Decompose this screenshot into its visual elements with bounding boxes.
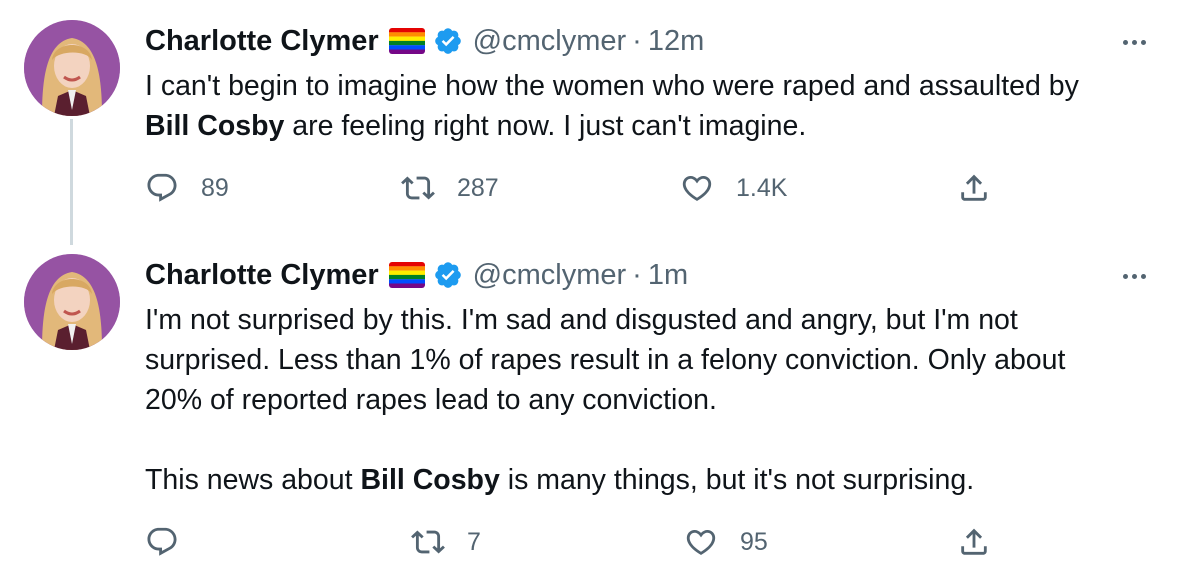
tweet-header: Charlotte Clymer @cmclymer · 12m	[145, 19, 704, 63]
separator-dot: ·	[632, 24, 642, 57]
author-name[interactable]: Charlotte Clymer	[145, 25, 379, 58]
heart-icon	[682, 175, 712, 201]
reply-count: 89	[201, 173, 229, 202]
author-name[interactable]: Charlotte Clymer	[145, 259, 379, 292]
reply-button[interactable]: 89	[145, 168, 229, 208]
like-count: 1.4K	[736, 173, 788, 202]
avatar[interactable]	[24, 254, 120, 350]
avatar[interactable]	[24, 20, 120, 116]
verified-badge-icon	[433, 26, 463, 56]
author-handle[interactable]: @cmclymer	[473, 259, 626, 292]
reply-icon	[147, 173, 177, 202]
tweet-header: Charlotte Clymer @cmclymer · 1m	[145, 253, 688, 297]
timestamp[interactable]: 1m	[648, 259, 688, 292]
share-icon	[961, 528, 987, 555]
tweet[interactable]: Charlotte Clymer @cmclymer · 1m I'm not …	[0, 250, 1184, 582]
verified-badge-icon	[433, 260, 463, 290]
rainbow-flag-icon	[388, 262, 425, 288]
share-icon	[961, 174, 987, 201]
retweet-count: 287	[457, 173, 499, 202]
tweet-text-segment: is many things, but it's not surprising.	[499, 464, 975, 496]
retweet-button[interactable]: 7	[411, 522, 481, 562]
tweet[interactable]: Charlotte Clymer @cmclymer · 12m I can't…	[0, 0, 1184, 250]
tweet-text-segment: are feeling right now. I just can't imag…	[284, 110, 807, 142]
reply-icon	[147, 527, 177, 556]
heart-icon	[686, 529, 716, 555]
rainbow-flag-icon	[388, 28, 425, 54]
tweet-text-segment: I can't begin to imagine how the women w…	[145, 70, 1079, 102]
action-bar: 7 95	[0, 522, 1184, 562]
more-options-icon[interactable]	[1114, 30, 1154, 54]
tweet-text: I'm not surprised by this. I'm sad and d…	[145, 300, 1165, 500]
avatar-photo-icon	[24, 20, 120, 116]
retweet-icon	[401, 176, 435, 200]
like-count: 95	[740, 527, 768, 556]
author-handle[interactable]: @cmclymer	[473, 25, 626, 58]
action-bar: 89 287 1.4K	[0, 168, 1184, 208]
separator-dot: ·	[632, 258, 642, 291]
share-button[interactable]	[957, 168, 991, 208]
retweet-button[interactable]: 287	[401, 168, 499, 208]
more-options-icon[interactable]	[1114, 264, 1154, 288]
like-button[interactable]: 1.4K	[680, 168, 787, 208]
timestamp[interactable]: 12m	[648, 25, 704, 58]
tweet-text-bold: Bill Cosby	[360, 464, 500, 496]
tweet-text: I can't begin to imagine how the women w…	[145, 66, 1165, 146]
retweet-icon	[411, 530, 445, 554]
like-button[interactable]: 95	[684, 522, 768, 562]
avatar-photo-icon	[24, 254, 120, 350]
reply-button[interactable]	[145, 522, 201, 562]
share-button[interactable]	[957, 522, 991, 562]
retweet-count: 7	[467, 527, 481, 556]
tweet-text-bold: Bill Cosby	[145, 110, 285, 142]
